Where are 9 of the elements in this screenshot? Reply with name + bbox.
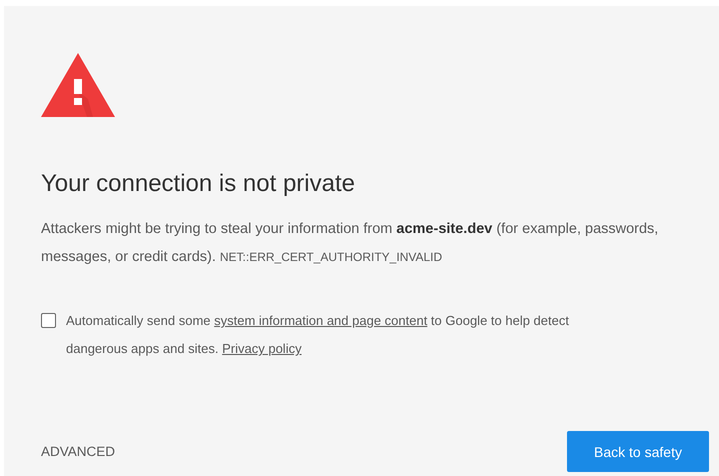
report-consent-text: Automatically send some system information and page content to Google to help detect dangerous apps and sites. Privacy policy xyxy=(66,312,570,358)
warning-icon xyxy=(41,53,115,117)
page-title: Your connection is not private xyxy=(41,169,356,199)
consent-link[interactable]: Privacy policy xyxy=(222,341,302,356)
warning-description: Attackers might be trying to steal your information from acme-site.dev (for example, passwords, messages, or credit cards). NET::ERR_CERT_AUTHORITY_INVALID xyxy=(41,220,660,267)
report-checkbox[interactable] xyxy=(41,313,56,328)
advanced-link[interactable]: ADVANCED xyxy=(41,444,116,459)
consent-link[interactable]: system information and page content xyxy=(214,313,428,328)
back-to-safety-button[interactable]: Back to safety xyxy=(567,431,709,472)
